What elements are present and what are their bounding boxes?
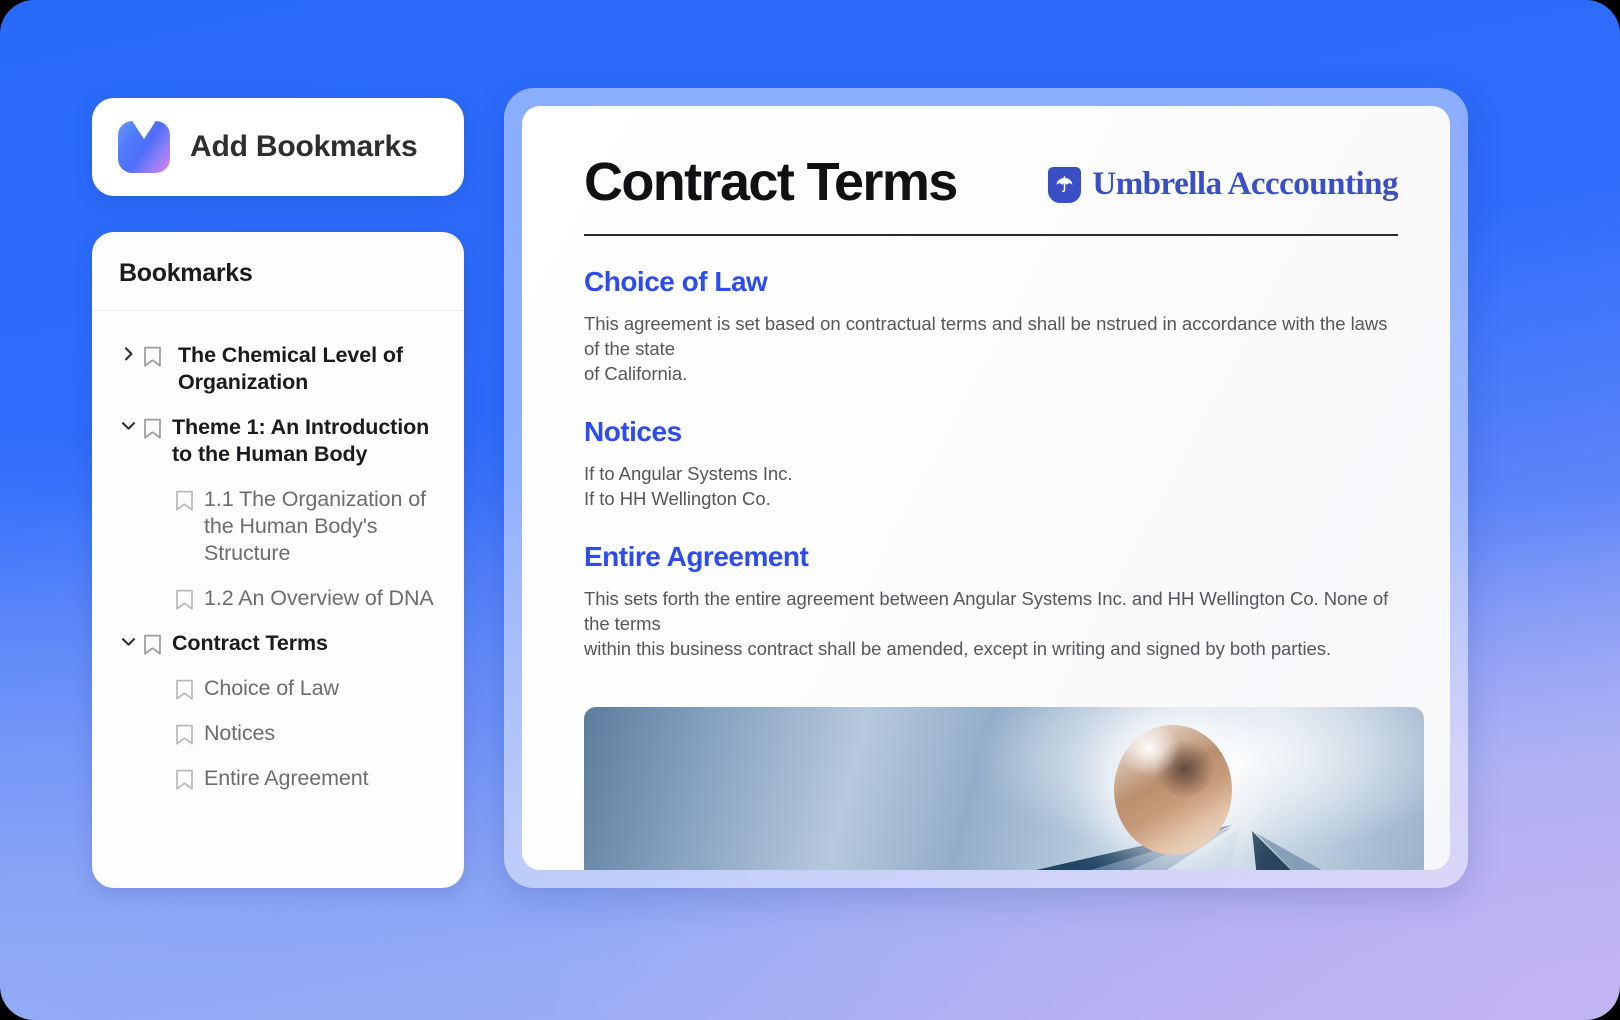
bookmark-item[interactable]: Theme 1: An Introduction to the Human Bo… (92, 405, 464, 477)
add-bookmarks-label: Add Bookmarks (190, 130, 418, 163)
company-logo-text: Umbrella Acccounting (1092, 166, 1398, 202)
title-divider (584, 234, 1398, 236)
document-sections: Choice of Law This agreement is set based… (584, 266, 1398, 661)
bookmark-item-label: 1.1 The Organization of the Human Body's… (204, 487, 427, 565)
document-section: Choice of Law This agreement is set based… (584, 266, 1398, 386)
sidebar: Add Bookmarks Bookmarks The Chemical Lev… (92, 98, 464, 888)
bookmark-item[interactable]: Notices (92, 711, 464, 756)
bookmark-item[interactable]: Entire Agreement (92, 756, 464, 801)
bookmark-outline-icon (138, 633, 166, 656)
bookmark-outline-icon (170, 723, 198, 746)
add-bookmarks-button[interactable]: Add Bookmarks (92, 98, 464, 196)
section-body-line: within this business contract shall be a… (584, 637, 1332, 659)
document-card: Contract Terms Umbrella Acccounting Choi… (504, 88, 1468, 888)
document-section: Notices If to Angular Systems Inc. If to H… (584, 416, 1398, 511)
page-title: Contract Terms (584, 152, 958, 212)
bookmark-outline-icon (170, 489, 198, 512)
company-logo: Umbrella Acccounting (1048, 166, 1398, 203)
section-body-line: This agreement is set based on contractu… (584, 312, 1388, 359)
section-heading: Notices (584, 415, 682, 447)
bookmark-item-label: Contract Terms (172, 631, 328, 655)
chevron-right-icon[interactable] (118, 346, 138, 362)
section-body-line: If to Angular Systems Inc. (584, 462, 793, 484)
bookmark-item[interactable]: 1.1 The Organization of the Human Body's… (92, 477, 464, 576)
chevron-down-icon[interactable] (118, 634, 138, 650)
document-section: Entire Agreement This sets forth the enti… (584, 541, 1398, 661)
bookmarks-list: The Chemical Level of Organization Theme … (92, 311, 464, 801)
bookmark-item-label: Choice of Law (204, 676, 339, 700)
bookmark-outline-icon (170, 768, 198, 791)
section-body: This sets forth the entire agreement bet… (584, 586, 1398, 661)
figure-shards (1034, 824, 1323, 870)
bookmark-item-label: Notices (204, 721, 275, 745)
chevron-down-icon[interactable] (118, 418, 138, 434)
document-page: Contract Terms Umbrella Acccounting Choi… (522, 106, 1450, 870)
section-body: If to Angular Systems Inc. If to HH Welli… (584, 461, 1398, 511)
section-body-line: This sets forth the entire agreement bet… (584, 587, 1389, 634)
bookmark-outline-icon (170, 588, 198, 611)
bookmark-app-icon (118, 121, 170, 173)
bookmark-item[interactable]: Contract Terms (92, 621, 464, 666)
section-heading: Choice of Law (584, 265, 768, 297)
bookmarks-panel-title: Bookmarks (119, 259, 253, 287)
figure-sphere (1114, 724, 1232, 855)
bookmark-item-label: Theme 1: An Introduction to the Human Bo… (172, 415, 430, 466)
section-body-line: of California. (584, 362, 688, 384)
app-canvas: Add Bookmarks Bookmarks The Chemical Lev… (0, 0, 1620, 1020)
document-header: Contract Terms Umbrella Acccounting (584, 152, 1398, 212)
bookmark-item-label: The Chemical Level of Organization (178, 343, 403, 394)
section-heading: Entire Agreement (584, 540, 809, 572)
bookmark-item[interactable]: Choice of Law (92, 666, 464, 711)
document-figure-image (584, 706, 1424, 870)
bookmark-item-label: 1.2 An Overview of DNA (204, 586, 434, 610)
bookmark-outline-icon (170, 678, 198, 701)
bookmark-item-label: Entire Agreement (204, 766, 369, 790)
umbrella-icon (1048, 166, 1082, 203)
bookmark-outline-icon (138, 345, 166, 368)
bookmarks-panel: Bookmarks The Chemical Level of Organiza… (92, 232, 464, 888)
bookmark-outline-icon (138, 417, 166, 440)
bookmark-item[interactable]: The Chemical Level of Organization (92, 333, 464, 405)
section-body: This agreement is set based on contractu… (584, 311, 1398, 386)
bookmark-item[interactable]: 1.2 An Overview of DNA (92, 576, 464, 621)
section-body-line: If to HH Wellington Co. (584, 487, 771, 509)
